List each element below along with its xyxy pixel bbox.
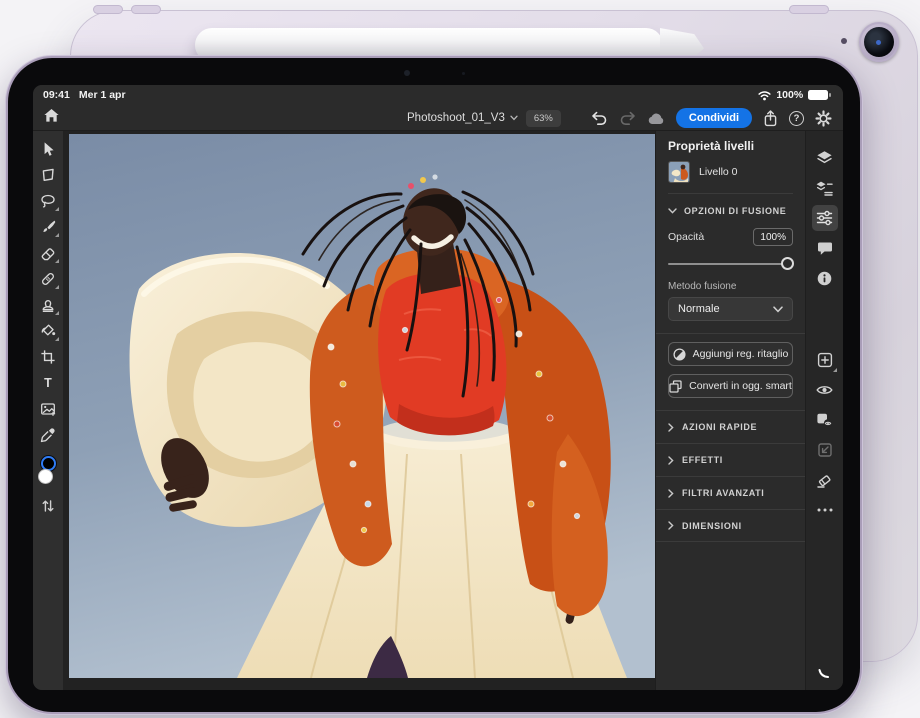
app-toolbar: Photoshoot_01_V3 63% Condividi (33, 105, 843, 131)
battery-percent: 100% (776, 89, 803, 101)
tools-toolbar: T (33, 131, 63, 690)
share-button[interactable]: Condividi (676, 108, 752, 128)
opacity-label: Opacità (668, 231, 704, 243)
top-button (789, 5, 829, 14)
screen: 09:41 Mer 1 apr 100% (33, 85, 843, 690)
date: Mer 1 apr (79, 89, 126, 101)
camera-lens (864, 27, 894, 57)
background-color-swatch[interactable] (38, 469, 53, 484)
marketing-stage: 09:41 Mer 1 apr 100% (0, 0, 920, 718)
blend-mode-dropdown[interactable]: Normale (668, 297, 793, 321)
blend-mode-label: Metodo fusione (668, 281, 793, 292)
section-dimensions[interactable]: DIMENSIONI (656, 509, 805, 542)
document-title[interactable]: Photoshoot_01_V3 (407, 112, 518, 124)
chevron-right-icon (668, 489, 674, 498)
cleanup-icon[interactable] (812, 467, 838, 493)
zoom-level-badge[interactable]: 63% (526, 110, 561, 127)
chevron-down-icon (510, 115, 518, 121)
clone-stamp-tool[interactable] (40, 297, 56, 313)
rear-camera (859, 22, 899, 62)
layer-name: Livello 0 (699, 166, 738, 178)
section-quick-actions[interactable]: AZIONI RAPIDE (656, 410, 805, 443)
lasso-tool[interactable] (40, 193, 56, 209)
export-icon[interactable] (763, 110, 778, 127)
color-swatches[interactable] (36, 456, 60, 488)
canvas-photo[interactable] (69, 134, 655, 678)
corner-gesture-indicator[interactable] (818, 667, 830, 679)
status-bar: 09:41 Mer 1 apr 100% (33, 85, 843, 105)
crop-tool[interactable] (40, 349, 56, 365)
battery-icon (808, 90, 831, 100)
properties-icon[interactable] (812, 205, 838, 231)
add-clipping-adjustment-button[interactable]: Aggiungi reg. ritaglio (668, 342, 793, 366)
layer-row[interactable]: Livello 0 (668, 161, 793, 194)
convert-smart-object-button[interactable]: Converti in ogg. smart (668, 374, 793, 398)
microphone-dot (841, 38, 847, 44)
canvas-workspace[interactable] (63, 131, 655, 690)
compact-layers-icon[interactable] (812, 175, 838, 201)
right-rail (805, 131, 843, 690)
eraser-tool[interactable] (40, 245, 56, 261)
redo-icon[interactable] (619, 111, 636, 125)
chevron-right-icon (668, 456, 674, 465)
front-camera (404, 70, 410, 76)
comments-icon[interactable] (812, 235, 838, 261)
section-smart-filters[interactable]: FILTRI AVANZATI (656, 476, 805, 509)
layer-properties-panel: Proprietà livelli Livello 0 OPZIONI DI F… (655, 131, 805, 690)
section-effects[interactable]: EFFETTI (656, 443, 805, 476)
lens-glint (876, 40, 881, 45)
settings-gear-icon[interactable] (815, 110, 832, 127)
cloud-sync-icon[interactable] (647, 112, 665, 125)
layer-thumbnail (668, 161, 690, 183)
move-tool[interactable] (40, 141, 56, 157)
visibility-icon[interactable] (812, 377, 838, 403)
front-sensor (462, 72, 465, 75)
home-icon[interactable] (43, 108, 60, 123)
chevron-down-icon (668, 208, 677, 214)
brush-tool[interactable] (40, 219, 56, 235)
more-options-icon[interactable] (812, 497, 838, 523)
transform-tool[interactable] (40, 167, 56, 183)
opacity-slider[interactable] (668, 257, 793, 270)
smart-object-icon (669, 380, 682, 393)
ipad-device: 09:41 Mer 1 apr 100% (6, 56, 862, 714)
opacity-value[interactable]: 100% (753, 228, 793, 246)
add-layer-icon[interactable] (812, 347, 838, 373)
collapsed-sections: AZIONI RAPIDE EFFETTI FILTRI AVANZATI (656, 410, 805, 542)
chevron-right-icon (668, 521, 674, 530)
place-embedded-icon[interactable] (812, 437, 838, 463)
blend-options-header[interactable]: OPZIONI DI FUSIONE (668, 206, 793, 216)
panel-title: Proprietà livelli (668, 139, 793, 153)
type-tool[interactable]: T (40, 375, 56, 391)
chevron-down-icon (773, 306, 783, 313)
clock: 09:41 (43, 89, 70, 101)
info-icon[interactable] (812, 265, 838, 291)
help-icon[interactable]: ? (789, 111, 804, 126)
layers-icon[interactable] (812, 145, 838, 171)
undo-icon[interactable] (591, 111, 608, 125)
slider-knob[interactable] (781, 257, 794, 270)
adjustment-icon (673, 348, 686, 361)
volume-button (93, 5, 123, 14)
fill-tool[interactable] (40, 323, 56, 339)
place-photo-tool[interactable] (40, 401, 56, 417)
volume-button (131, 5, 161, 14)
layer-visibility-options-icon[interactable] (812, 407, 838, 433)
swap-colors-button[interactable] (40, 498, 56, 514)
wifi-icon (758, 90, 771, 101)
eyedropper-tool[interactable] (40, 427, 56, 443)
healing-brush-tool[interactable] (40, 271, 56, 287)
chevron-right-icon (668, 423, 674, 432)
